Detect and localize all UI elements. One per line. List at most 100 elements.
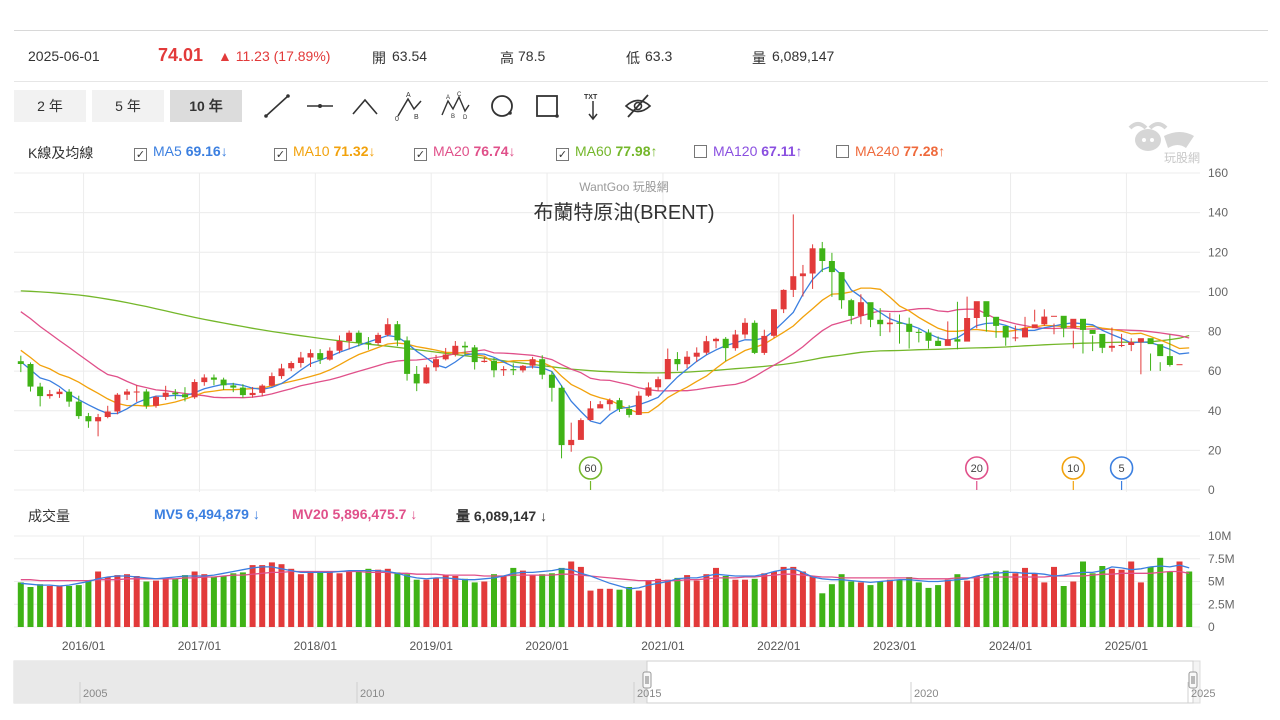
tool-label-txt: TXT bbox=[584, 94, 598, 101]
price-tick-label: 60 bbox=[1208, 364, 1222, 378]
tool-label-d: D bbox=[463, 115, 468, 121]
volume-bar bbox=[162, 577, 169, 627]
wedge-icon[interactable] bbox=[350, 91, 380, 121]
volume-bar bbox=[404, 574, 411, 627]
volume-bar bbox=[394, 572, 401, 627]
vol-value: 量 6,089,147 bbox=[456, 508, 537, 524]
candle-body bbox=[664, 359, 671, 380]
candle-body bbox=[346, 332, 353, 341]
ma-item-ma120[interactable]: MA120 67.11↑ bbox=[694, 143, 803, 159]
candle-body bbox=[761, 335, 768, 353]
line-icon[interactable] bbox=[262, 91, 292, 121]
candle-body bbox=[616, 400, 623, 409]
candle-body bbox=[915, 331, 922, 333]
rectangle-icon[interactable] bbox=[532, 91, 562, 121]
volume-bar bbox=[828, 584, 835, 627]
chart-title: 布蘭特原油(BRENT) bbox=[533, 201, 714, 224]
price-chart[interactable]: WantGoo 玩股網 布蘭特原油(BRENT) 60 20 10 5 0 20 40 60… bbox=[0, 166, 1280, 496]
volume-bar bbox=[1041, 582, 1048, 627]
volume-legend-label: 成交量 bbox=[28, 508, 70, 524]
candle-body bbox=[1118, 345, 1125, 346]
candle-body bbox=[906, 323, 913, 332]
range-10y-button[interactable]: 10 年 bbox=[170, 90, 242, 122]
volume-bar bbox=[819, 593, 826, 627]
candle-body bbox=[201, 377, 208, 383]
candle-body bbox=[259, 385, 266, 393]
abc-pattern-icon[interactable]: 0 A B bbox=[394, 91, 424, 121]
volume-bar bbox=[288, 568, 295, 627]
candle-body bbox=[27, 364, 34, 387]
ma10-name: MA10 bbox=[293, 143, 330, 159]
candle-body bbox=[857, 302, 864, 316]
abcd-pattern-icon[interactable]: A C B D bbox=[440, 91, 470, 121]
ma240-value: 77.28 bbox=[903, 143, 939, 159]
text-tool-icon[interactable]: TXT bbox=[578, 91, 608, 121]
range-5y-button[interactable]: 5 年 bbox=[92, 90, 164, 122]
candle-body bbox=[230, 385, 237, 388]
volume-bar bbox=[645, 580, 652, 627]
candle-body bbox=[66, 391, 73, 402]
x-tick-label: 2020/01 bbox=[525, 639, 569, 653]
candle-body bbox=[606, 400, 613, 405]
range-2y-button[interactable]: 2 年 bbox=[14, 90, 86, 122]
ma10-arrow: ↓ bbox=[368, 143, 376, 159]
volume-bar bbox=[809, 576, 816, 627]
volume-bar bbox=[954, 574, 961, 627]
volume-bar bbox=[326, 571, 333, 627]
candle-body bbox=[529, 359, 536, 366]
candle-body bbox=[471, 347, 478, 363]
volume-bar bbox=[529, 575, 536, 627]
x-tick-label: 2023/01 bbox=[873, 639, 917, 653]
ma-item-ma5[interactable]: ✓ MA5 69.16↓ bbox=[134, 143, 228, 161]
navigator-left-handle[interactable] bbox=[642, 671, 652, 689]
candle-body bbox=[751, 322, 758, 353]
range-navigator[interactable]: 2005 2010 2015 2020 2025 bbox=[0, 660, 1280, 704]
volume-bars bbox=[17, 557, 1193, 627]
volume-bar bbox=[114, 575, 121, 627]
volume-bar bbox=[1118, 569, 1125, 627]
volume-bar bbox=[1060, 586, 1067, 627]
hide-icon[interactable] bbox=[623, 91, 653, 121]
ma10-checkbox[interactable]: ✓ bbox=[274, 148, 287, 161]
candle-body bbox=[848, 300, 855, 316]
ma60-name: MA60 bbox=[575, 143, 612, 159]
ma20-checkbox[interactable]: ✓ bbox=[414, 148, 427, 161]
ma240-checkbox[interactable] bbox=[836, 145, 849, 158]
horizontal-line-icon[interactable] bbox=[305, 91, 335, 121]
candle-body bbox=[384, 324, 391, 335]
candle-body bbox=[1176, 364, 1183, 366]
volume-bar bbox=[1137, 582, 1144, 627]
volume-value: 6,089,147 bbox=[772, 48, 835, 64]
candle-body bbox=[500, 369, 507, 371]
circle-icon[interactable] bbox=[487, 91, 517, 121]
ma60-checkbox[interactable]: ✓ bbox=[556, 148, 569, 161]
tool-label-0: 0 bbox=[395, 116, 399, 121]
ma-item-ma60[interactable]: ✓ MA60 77.98↑ bbox=[556, 143, 658, 161]
ma-item-ma20[interactable]: ✓ MA20 76.74↓ bbox=[414, 143, 516, 161]
x-tick-label: 2024/01 bbox=[989, 639, 1033, 653]
volume-chart[interactable]: 0 2.5M 5M 7.5M 10M 2016/01 2017/01 2018/01 2019… bbox=[0, 528, 1280, 658]
ma-item-ma10[interactable]: ✓ MA10 71.32↓ bbox=[274, 143, 376, 161]
ma5-checkbox[interactable]: ✓ bbox=[134, 148, 147, 161]
volume-bar bbox=[317, 572, 324, 627]
candle-body bbox=[935, 340, 942, 346]
x-tick-label: 2021/01 bbox=[641, 639, 685, 653]
candle-body bbox=[191, 382, 198, 398]
volume-bar bbox=[664, 579, 671, 627]
x-tick-label: 2017/01 bbox=[178, 639, 222, 653]
ma120-checkbox[interactable] bbox=[694, 145, 707, 158]
candle-body bbox=[819, 248, 826, 261]
price-tick-label: 0 bbox=[1208, 483, 1215, 496]
candle-body bbox=[1031, 324, 1038, 329]
candle-body bbox=[143, 391, 150, 406]
ma-item-ma240[interactable]: MA240 77.28↑ bbox=[836, 143, 945, 159]
volume-bar bbox=[993, 571, 1000, 627]
price-tick-label: 40 bbox=[1208, 404, 1222, 418]
price-tick-label: 80 bbox=[1208, 325, 1222, 339]
volume-bar bbox=[491, 574, 497, 627]
candle-body bbox=[510, 369, 517, 371]
mv5-value: MV5 6,494,879 bbox=[154, 506, 249, 522]
ma5-line bbox=[20, 265, 1190, 425]
navigator-right-handle[interactable] bbox=[1188, 671, 1198, 689]
volume-bar bbox=[278, 564, 285, 627]
